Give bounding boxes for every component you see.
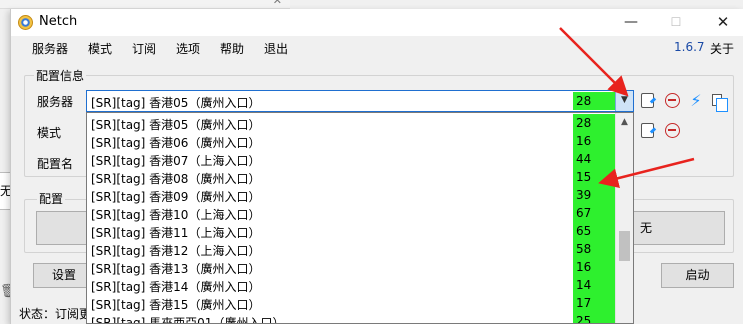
dropdown-item-label: [SR][tag] 香港15（廣州入口） [91,298,261,312]
dropdown-item[interactable]: [SR][tag] 香港06（廣州入口） 16 [87,132,615,150]
maximize-button[interactable]: ☐ [661,12,691,32]
dropdown-item[interactable]: [SR][tag] 香港10（上海入口） 67 [87,204,615,222]
menu-mode[interactable]: 模式 [88,40,112,57]
background-close-icon: ✕ [272,0,282,7]
close-button[interactable]: ✕ [708,12,738,32]
dropdown-item-latency: 44 [573,150,615,168]
netch-logo-icon [18,15,33,30]
profile-group-title: 配置 [37,190,66,207]
dropdown-item-latency: 65 [573,222,615,240]
edit-mode-icon[interactable] [641,123,654,138]
dropdown-item-label: [SR][tag] 香港05（廣州入口） [91,118,261,132]
dropdown-item[interactable]: [SR][tag] 香港07（上海入口） 44 [87,150,615,168]
dropdown-item-latency: 15 [573,168,615,186]
profile-mode-button[interactable]: 无 [629,211,725,245]
dropdown-item-latency: 16 [573,132,615,150]
settings-button-label: 设置 [51,268,76,282]
dropdown-item-label: [SR][tag] 香港14（廣州入口） [91,280,261,294]
menu-exit[interactable]: 退出 [264,40,288,57]
dropdown-item[interactable]: [SR][tag] 香港12（上海入口） 58 [87,240,615,258]
menu-bar: 服务器 模式 订阅 选项 帮助 退出 1.6.7 关于 [11,36,743,60]
delete-icon[interactable] [665,93,680,108]
start-button-label: 启动 [685,268,710,282]
background-window: ✕ [0,0,290,9]
dropdown-item[interactable]: [SR][tag] 香港08（廣州入口） 15 [87,168,615,186]
dropdown-arrow-icon[interactable]: ▼ [615,91,633,111]
server-label: 服务器 [37,95,74,109]
dropdown-item-label: [SR][tag] 香港07（上海入口） [91,154,261,168]
window-title: Netch [39,14,78,29]
server-select-value: [SR][tag] 香港05（廣州入口） [91,96,261,110]
mode-label: 模式 [37,126,62,140]
dropdown-item[interactable]: [SR][tag] 香港05（廣州入口） 28 [87,114,615,132]
dropdown-item-label: [SR][tag] 香港11（上海入口） [91,226,261,240]
dropdown-item[interactable]: [SR][tag] 香港13（廣州入口） 16 [87,258,615,276]
menu-help[interactable]: 帮助 [220,40,244,57]
dropdown-item-label: [SR][tag] 香港06（廣州入口） [91,136,261,150]
menu-subscription[interactable]: 订阅 [132,40,156,57]
edit-icon[interactable] [641,93,654,108]
dropdown-item-latency: 17 [573,294,615,312]
profile-mode-value: 无 [640,221,653,235]
dropdown-item[interactable]: [SR][tag] 香港15（廣州入口） 17 [87,294,615,312]
delete-mode-icon[interactable] [665,123,680,138]
version-link[interactable]: 1.6.7 [674,40,705,54]
speedtest-icon[interactable]: ⚡ [687,92,705,110]
menu-about[interactable]: 关于 [710,40,734,57]
start-button[interactable]: 启动 [661,263,734,288]
dropdown-item-latency: 58 [573,240,615,258]
scrollbar-thumb[interactable] [619,231,630,261]
dropdown-item-label: [SR][tag] 香港12（上海入口） [91,244,261,258]
server-dropdown-list[interactable]: [SR][tag] 香港05（廣州入口） 28 [SR][tag] 香港06（廣州入… [86,112,634,324]
dropdown-item-label: [SR][tag] 香港10（上海入口） [91,208,261,222]
menu-server[interactable]: 服务器 [32,40,68,57]
dropdown-item[interactable]: [SR][tag] 馬來西亞01（廣州入口） 25 [87,312,615,324]
dropdown-item-label: [SR][tag] 香港13（廣州入口） [91,262,261,276]
server-latency-badge: 28 [573,92,615,110]
dropdown-item[interactable]: [SR][tag] 香港11（上海入口） 65 [87,222,615,240]
dropdown-item-latency: 14 [573,276,615,294]
status-text: 状态：订阅更 [19,307,92,321]
config-name-label: 配置名 [37,157,74,171]
dropdown-item[interactable]: [SR][tag] 香港09（廣州入口） 39 [87,186,615,204]
dropdown-item-label: [SR][tag] 香港09（廣州入口） [91,190,261,204]
dropdown-item-label: [SR][tag] 馬來西亞01（廣州入口） [91,316,285,324]
dropdown-item-latency: 39 [573,186,615,204]
dropdown-item[interactable]: [SR][tag] 香港14（廣州入口） 14 [87,276,615,294]
menu-options[interactable]: 选项 [176,40,200,57]
scroll-up-icon[interactable]: ▲ [616,114,633,130]
server-select[interactable]: [SR][tag] 香港05（廣州入口） 28 ▼ [86,90,634,112]
copy-icon[interactable] [712,94,728,112]
dropdown-scrollbar[interactable]: ▲ [615,113,633,323]
dropdown-item-latency: 16 [573,258,615,276]
dropdown-item-latency: 28 [573,114,615,132]
minimize-button[interactable]: — [616,12,646,32]
dropdown-item-label: [SR][tag] 香港08（廣州入口） [91,172,261,186]
dropdown-item-latency: 67 [573,204,615,222]
config-info-title: 配置信息 [34,67,87,84]
title-bar: Netch — ☐ ✕ [11,9,743,36]
dropdown-item-latency: 25 [573,312,615,323]
netch-window: Netch — ☐ ✕ 服务器 模式 订阅 选项 帮助 退出 1.6.7 关于 … [10,9,743,324]
